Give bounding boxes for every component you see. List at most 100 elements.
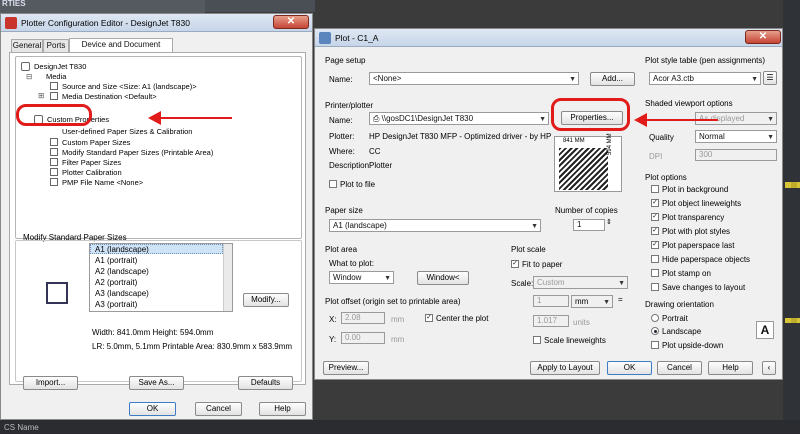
cancel-button[interactable]: Cancel	[657, 361, 702, 375]
tree-modify-standard[interactable]: Modify Standard Paper Sizes (Printable A…	[62, 148, 213, 157]
tree-user-defined[interactable]: User-defined Paper Sizes & Calibration	[62, 127, 192, 136]
plot-in-background-checkbox[interactable]	[651, 185, 659, 193]
title-bar: Plot - C1_A ✕	[315, 29, 782, 47]
drawing-stripe	[785, 182, 800, 188]
tree-filter-paper[interactable]: Filter Paper Sizes	[62, 158, 121, 167]
list-item[interactable]: A2 (portrait)	[95, 278, 137, 287]
title-bar: Plotter Configuration Editor - DesignJet…	[1, 14, 312, 32]
help-button[interactable]: Help	[259, 402, 306, 416]
copies-input[interactable]: 1	[573, 219, 605, 231]
tree-media-destination[interactable]: Media Destination <Default>	[62, 92, 157, 101]
cancel-button[interactable]: Cancel	[195, 402, 242, 416]
tree-plotter-calibration[interactable]: Plotter Calibration	[62, 168, 122, 177]
expand-icon[interactable]: ⊞	[38, 91, 44, 100]
page-setup-select[interactable]: <None> ▼	[369, 72, 579, 85]
list-scrollbar[interactable]	[223, 244, 232, 311]
tree-source-size[interactable]: Source and Size <Size: A1 (landscape)>	[62, 82, 197, 91]
plot-object-lineweights-checkbox[interactable]: ✓	[651, 199, 659, 207]
tab-ports[interactable]: Ports	[43, 39, 69, 52]
modify-button[interactable]: Modify...	[243, 293, 289, 307]
plot-to-file-label: Plot to file	[340, 180, 376, 189]
where-value: CC	[369, 147, 381, 156]
list-item[interactable]: A3 (portrait)	[95, 300, 137, 309]
center-plot-checkbox[interactable]: ✓	[425, 314, 433, 322]
ok-button[interactable]: OK	[607, 361, 652, 375]
add-page-setup-button[interactable]: Add...	[590, 72, 635, 86]
chevron-down-icon: ▼	[539, 116, 546, 123]
plot-to-file-checkbox[interactable]	[329, 180, 337, 188]
printer-icon: ⎙	[373, 114, 382, 123]
tree-root[interactable]: DesignJet T830	[34, 62, 86, 71]
annotation-arrowhead	[634, 113, 647, 127]
paper-preview: 841 MM 594 MM	[554, 133, 622, 192]
list-item[interactable]: A1 (portrait)	[95, 256, 137, 265]
portrait-radio[interactable]	[651, 314, 659, 322]
plot-option-label: Save changes to layout	[662, 283, 746, 292]
copies-stepper-icon[interactable]: ⇕	[606, 218, 612, 226]
offset-x-label: X:	[329, 315, 337, 324]
list-item[interactable]: A2 (landscape)	[95, 267, 149, 276]
upside-down-checkbox[interactable]	[651, 341, 659, 349]
dialog-title: Plot - C1_A	[335, 33, 379, 43]
tree-media[interactable]: Media	[46, 72, 66, 81]
annotation-highlight	[551, 98, 630, 131]
style-table-select[interactable]: Acor A3.ctb ▼	[649, 72, 761, 85]
list-item[interactable]: A3 (landscape)	[95, 289, 149, 298]
annotation-highlight	[16, 104, 92, 126]
fit-to-paper-checkbox[interactable]: ✓	[511, 260, 519, 268]
window-pick-button[interactable]: Window<	[417, 271, 469, 285]
paper-size-list[interactable]: A1 (landscape) A1 (portrait) A2 (landsca…	[89, 243, 233, 312]
plot-scale-heading: Plot scale	[511, 245, 546, 254]
quality-select[interactable]: Normal ▼	[695, 130, 777, 143]
page-setup-name-label: Name:	[329, 75, 353, 84]
hide-paperspace-checkbox[interactable]	[651, 255, 659, 263]
scale-unit-select[interactable]: mm ▼	[571, 295, 613, 308]
plot-with-styles-checkbox[interactable]: ✓	[651, 227, 659, 235]
printer-select[interactable]: ⎙ \\gosDC1\DesignJet T830 ▼	[369, 112, 549, 125]
annotation-arrow	[646, 119, 718, 121]
plot-dialog: Plot - C1_A ✕ Page setup Name: <None> ▼ A…	[314, 28, 783, 380]
what-to-plot-select[interactable]: Window ▼	[329, 271, 394, 284]
chevron-down-icon: ▼	[531, 223, 538, 230]
scale-select[interactable]: Custom ▼	[533, 276, 628, 289]
offset-y-input[interactable]: 0.00	[341, 332, 385, 344]
save-as-button[interactable]: Save As...	[129, 376, 184, 390]
ok-button[interactable]: OK	[129, 402, 176, 416]
orientation-preview-icon: A	[756, 321, 774, 339]
plot-paperspace-last-checkbox[interactable]: ✓	[651, 241, 659, 249]
plotter-label: Plotter:	[329, 132, 355, 141]
printer-heading: Printer/plotter	[325, 101, 374, 110]
chevron-down-icon: ▼	[384, 275, 391, 282]
defaults-button[interactable]: Defaults	[238, 376, 293, 390]
save-changes-checkbox[interactable]	[651, 283, 659, 291]
dpi-input[interactable]: 300	[695, 149, 777, 161]
collapse-options-icon[interactable]: ‹	[762, 361, 776, 375]
import-button[interactable]: Import...	[23, 376, 78, 390]
style-table-value: Acor A3.ctb	[653, 74, 694, 83]
list-item[interactable]: A1 (landscape)	[95, 245, 149, 254]
offset-x-input[interactable]: 2.08	[341, 312, 385, 324]
tree-custom-paper-sizes[interactable]: Custom Paper Sizes	[62, 138, 130, 147]
edit-style-table-icon[interactable]: ☰	[763, 71, 777, 85]
plot-transparency-checkbox[interactable]: ✓	[651, 213, 659, 221]
tree-pmp-file[interactable]: PMP File Name <None>	[62, 178, 143, 187]
plot-stamp-checkbox[interactable]	[651, 269, 659, 277]
scale-lineweights-checkbox[interactable]	[533, 336, 541, 344]
close-icon[interactable]: ✕	[745, 30, 781, 44]
scale-value1-input[interactable]: 1	[533, 295, 569, 307]
plot-area-heading: Plot area	[325, 245, 358, 254]
apply-to-layout-button[interactable]: Apply to Layout	[530, 361, 600, 375]
close-icon[interactable]: ✕	[273, 15, 309, 29]
paper-size-select[interactable]: A1 (landscape) ▼	[329, 219, 541, 232]
collapse-icon[interactable]: ⊟	[26, 72, 32, 81]
what-to-plot-value: Window	[333, 273, 362, 282]
landscape-radio[interactable]	[651, 327, 659, 335]
tab-device-document-settings[interactable]: Device and Document Settings	[69, 38, 173, 61]
plot-options-heading: Plot options	[645, 173, 687, 182]
tab-general[interactable]: General	[11, 39, 43, 52]
help-button[interactable]: Help	[708, 361, 753, 375]
preview-button[interactable]: Preview...	[323, 361, 369, 375]
scale-value2-input[interactable]: 1.017	[533, 315, 569, 327]
description-value: Plotter	[369, 161, 393, 170]
page-setup-heading: Page setup	[325, 56, 366, 65]
